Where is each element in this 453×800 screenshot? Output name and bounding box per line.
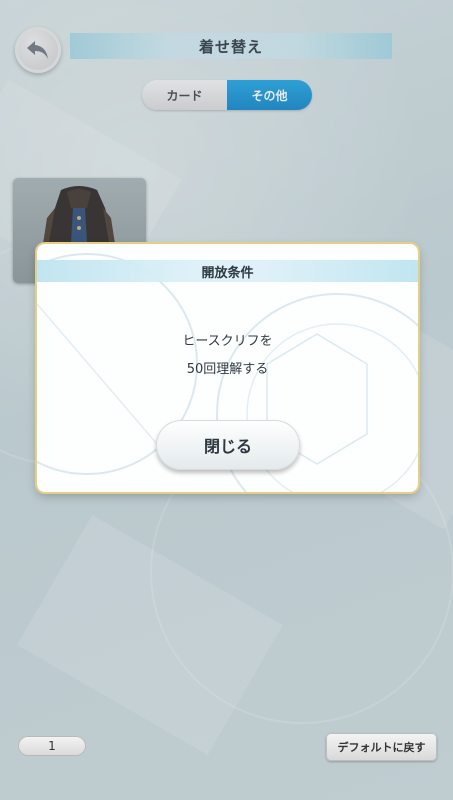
unlock-condition-dialog: 開放条件 ヒースクリフを 50回理解する 閉じる xyxy=(37,244,418,492)
dialog-title: 開放条件 xyxy=(201,265,254,281)
close-button[interactable]: 閉じる xyxy=(156,420,300,470)
dialog-message: ヒースクリフを 50回理解する xyxy=(37,328,418,384)
reset-default-button[interactable]: デフォルトに戻す xyxy=(326,733,437,761)
message-line-2: 50回理解する xyxy=(186,362,269,377)
dialog-title-bar: 開放条件 xyxy=(37,260,418,282)
message-line-1: ヒースクリフを xyxy=(182,334,273,349)
page-indicator: 1 xyxy=(18,736,86,756)
